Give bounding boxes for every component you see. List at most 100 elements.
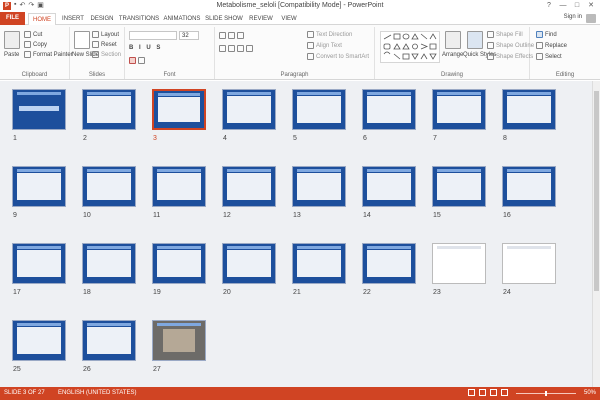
- font-size-input[interactable]: 32: [179, 31, 199, 40]
- slide-count-status[interactable]: SLIDE 3 OF 27: [4, 390, 45, 396]
- tab-view[interactable]: VIEW: [278, 13, 300, 25]
- sign-in-link[interactable]: Sign in: [564, 14, 582, 20]
- tab-review[interactable]: REVIEW: [246, 13, 276, 25]
- reading-view-icon[interactable]: [490, 389, 497, 396]
- maximize-icon[interactable]: □: [570, 0, 584, 11]
- slide-content: [367, 96, 411, 123]
- slide-thumbnail[interactable]: [292, 166, 346, 207]
- font-name-input[interactable]: [129, 31, 177, 40]
- slide-thumbnail[interactable]: [432, 89, 486, 130]
- slide-thumbnail[interactable]: [152, 166, 206, 207]
- language-status[interactable]: ENGLISH (UNITED STATES): [58, 390, 136, 396]
- slide-thumbnail[interactable]: [12, 243, 66, 284]
- slide-thumbnail[interactable]: [12, 166, 66, 207]
- slide-thumbnail[interactable]: [222, 166, 276, 207]
- quick-styles-icon[interactable]: [467, 31, 483, 49]
- convert-smartart-button[interactable]: Convert to SmartArt: [307, 53, 369, 60]
- slide-thumbnail[interactable]: [222, 243, 276, 284]
- slide-thumbnail[interactable]: [82, 89, 136, 130]
- slide-sorter-view-icon[interactable]: [479, 389, 486, 396]
- arrange-button[interactable]: Arrange: [442, 52, 463, 58]
- slide-title-bar: [157, 323, 201, 326]
- slideshow-view-icon[interactable]: [501, 389, 508, 396]
- slide-thumbnail[interactable]: [362, 243, 416, 284]
- tab-home[interactable]: HOME: [28, 13, 56, 25]
- find-button[interactable]: Find: [536, 31, 557, 38]
- slide-thumbnail[interactable]: [502, 166, 556, 207]
- slide-number: 3: [153, 135, 157, 142]
- slide-title-bar: [227, 169, 271, 172]
- cut-button[interactable]: Cut: [24, 31, 42, 38]
- tab-animations[interactable]: ANIMATIONS: [162, 13, 202, 25]
- zoom-level[interactable]: 50%: [584, 390, 596, 396]
- slide-number: 15: [433, 212, 441, 219]
- reset-button[interactable]: Reset: [92, 41, 117, 48]
- layout-button[interactable]: Layout: [92, 31, 119, 38]
- slide-thumbnail[interactable]: [82, 320, 136, 361]
- slide-thumbnail[interactable]: [82, 166, 136, 207]
- shape-fill-button[interactable]: Shape Fill: [487, 31, 523, 38]
- arrange-icon[interactable]: [445, 31, 461, 49]
- shape-outline-button[interactable]: Shape Outline: [487, 42, 534, 49]
- bullets-buttons[interactable]: [219, 32, 244, 39]
- slide-number: 20: [223, 289, 231, 296]
- section-button[interactable]: Section: [92, 51, 121, 58]
- slide-thumbnail[interactable]: [12, 89, 66, 130]
- zoom-slider-knob[interactable]: [545, 391, 547, 396]
- slide-content: [437, 250, 481, 277]
- slide-thumbnail[interactable]: [502, 243, 556, 284]
- minimize-icon[interactable]: —: [556, 0, 570, 11]
- tab-insert[interactable]: INSERT: [59, 13, 87, 25]
- paste-icon[interactable]: [4, 31, 20, 49]
- select-button[interactable]: Select: [536, 53, 562, 60]
- avatar[interactable]: [586, 14, 596, 23]
- new-slide-icon[interactable]: [74, 31, 90, 49]
- slides-group: New Slide Layout Reset Section Slides: [70, 27, 125, 79]
- slide-thumbnail[interactable]: [222, 89, 276, 130]
- alignment-buttons[interactable]: [219, 45, 253, 52]
- slide-content: [17, 250, 61, 277]
- paste-button[interactable]: Paste: [4, 52, 19, 58]
- tab-transitions[interactable]: TRANSITIONS: [118, 13, 160, 25]
- vertical-scrollbar[interactable]: [592, 81, 600, 387]
- slide-number: 21: [293, 289, 301, 296]
- replace-button[interactable]: Replace: [536, 42, 567, 49]
- slide-title-bar: [297, 92, 341, 95]
- font-color-button[interactable]: [129, 57, 145, 64]
- slide-thumbnail[interactable]: [152, 320, 206, 361]
- slide-title-bar: [17, 169, 61, 172]
- font-format-buttons[interactable]: B I U S: [129, 45, 162, 51]
- help-icon[interactable]: ?: [542, 0, 556, 11]
- slide-thumbnail[interactable]: [152, 243, 206, 284]
- format-painter-button[interactable]: Format Painter: [24, 51, 73, 58]
- slide-thumbnail[interactable]: [152, 89, 206, 130]
- slide-title-bar: [437, 246, 481, 249]
- align-text-button[interactable]: Align Text: [307, 42, 342, 49]
- slide-thumbnail[interactable]: [362, 89, 416, 130]
- slide-thumbnail[interactable]: [292, 243, 346, 284]
- window-title: Metabolisme_seloli [Compatibility Mode] …: [216, 2, 384, 9]
- shapes-gallery[interactable]: [380, 31, 440, 63]
- font-label: Font: [163, 72, 176, 78]
- copy-button[interactable]: Copy: [24, 41, 47, 48]
- text-direction-button[interactable]: Text Direction: [307, 31, 352, 38]
- normal-view-icon[interactable]: [468, 389, 475, 396]
- slide-number: 17: [13, 289, 21, 296]
- slide-content: [227, 96, 271, 123]
- slide-title-bar: [227, 92, 271, 95]
- scrollbar-thumb[interactable]: [594, 91, 599, 291]
- zoom-slider[interactable]: [516, 391, 576, 396]
- slide-thumbnail[interactable]: [432, 243, 486, 284]
- slide-thumbnail[interactable]: [502, 89, 556, 130]
- close-icon[interactable]: ✕: [584, 0, 598, 11]
- tab-file[interactable]: FILE: [0, 12, 25, 25]
- slide-thumbnail[interactable]: [432, 166, 486, 207]
- slide-thumbnail[interactable]: [82, 243, 136, 284]
- slide-thumbnail[interactable]: [292, 89, 346, 130]
- slide-thumbnail[interactable]: [12, 320, 66, 361]
- tab-slide-show[interactable]: SLIDE SHOW: [205, 13, 243, 25]
- tab-design[interactable]: DESIGN: [88, 13, 116, 25]
- slide-sorter[interactable]: 1 2 3 4 5 6 7 8 9 10 11 12 13 14 15 16 17 18 19 20 21 22 23 24 2…: [0, 81, 600, 387]
- shape-effects-button[interactable]: Shape Effects: [487, 53, 533, 60]
- slide-thumbnail[interactable]: [362, 166, 416, 207]
